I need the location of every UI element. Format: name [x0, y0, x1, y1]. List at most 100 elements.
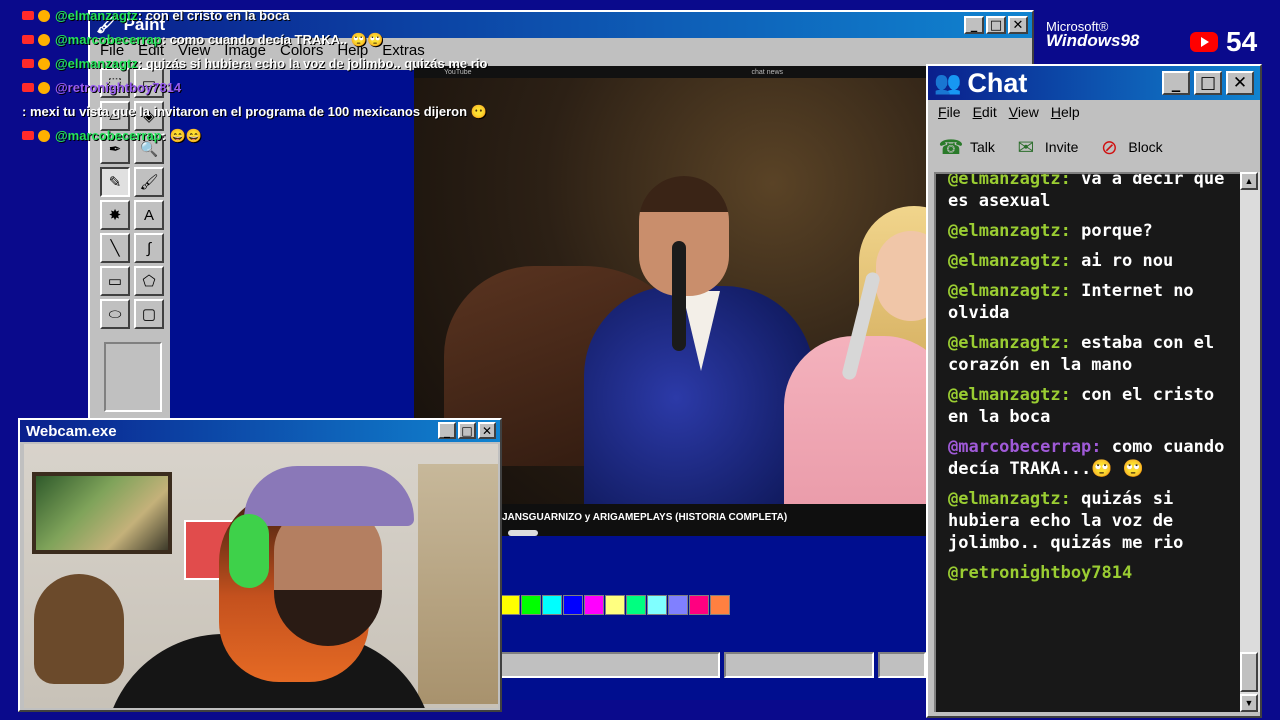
invite-icon: ✉	[1017, 136, 1035, 159]
streamer-cap	[244, 466, 414, 526]
rounded-rect-icon[interactable]: ▢	[134, 299, 164, 329]
line-icon[interactable]: ╲	[100, 233, 130, 263]
chat-toolbar: ☎ Talk ✉ Invite ⊘ Block	[938, 132, 1163, 162]
youtube-badge-icon	[22, 131, 34, 140]
webcam-feed	[24, 444, 498, 708]
scroll-up-icon[interactable]: ▲	[1240, 172, 1258, 190]
pencil-icon[interactable]: ✎	[100, 167, 130, 197]
color-swatch[interactable]	[605, 595, 625, 615]
chat-close-button[interactable]: ✕	[1226, 71, 1254, 95]
chat-message-text: ai ro nou	[1081, 251, 1174, 271]
chat-titlebar[interactable]: 👥 Chat _ □ ✕	[928, 66, 1260, 100]
color-swatch[interactable]	[521, 595, 541, 615]
text-icon[interactable]: A	[134, 200, 164, 230]
color-swatch[interactable]	[542, 595, 562, 615]
webcam-minimize-button[interactable]: _	[438, 422, 456, 439]
webcam-window: Webcam.exe _ □ ✕	[18, 418, 502, 712]
chat-message-text: porque?	[1081, 221, 1153, 241]
overlay-chat-line: @elmanzagtz: quizás si hubiera echo la v…	[22, 52, 542, 76]
chat-minimize-button[interactable]: _	[1162, 71, 1190, 95]
chat-message: @elmanzagtz: porque?	[948, 220, 1230, 242]
block-icon: ⊘	[1100, 136, 1118, 159]
color-swatch[interactable]	[584, 595, 604, 615]
member-badge-icon	[38, 57, 50, 70]
viewer-count: 54	[1226, 26, 1258, 57]
talk-icon: ☎	[938, 136, 964, 159]
webcam-title: Webcam.exe	[26, 422, 117, 440]
curve-icon[interactable]: ∫	[134, 233, 164, 263]
chat-menu-file[interactable]: File	[938, 104, 961, 120]
overlay-chat-user: @elmanzagtz	[55, 56, 138, 71]
color-swatch[interactable]	[626, 595, 646, 615]
airbrush-icon[interactable]: ✸	[100, 200, 130, 230]
color-palette	[500, 595, 730, 615]
windows98-label: Windows98	[1046, 31, 1140, 50]
chat-message-user: @elmanzagtz:	[948, 251, 1071, 271]
chat-message: @elmanzagtz: con el cristo en la boca	[948, 384, 1230, 428]
overlay-chat-user: @marcobecerrap	[55, 128, 162, 143]
overlay-chat-line: @marcobecerrap: como cuando decía TRAKA.…	[22, 28, 542, 52]
ellipse-icon[interactable]: ⬭	[100, 299, 130, 329]
chat-message-user: @elmanzagtz:	[948, 489, 1071, 509]
rectangle-icon[interactable]: ▭	[100, 266, 130, 296]
color-swatch[interactable]	[647, 595, 667, 615]
status-cell-2	[723, 652, 875, 678]
webcam-titlebar[interactable]: Webcam.exe _ □ ✕	[20, 420, 500, 442]
chat-message-user: @retronightboy7814	[948, 563, 1133, 583]
chat-maximize-button[interactable]: □	[1194, 71, 1222, 95]
color-swatch[interactable]	[668, 595, 688, 615]
scroll-thumb[interactable]	[1240, 652, 1258, 692]
youtube-badge-icon	[22, 11, 34, 20]
chat-message-user: @marcobecerrap:	[948, 437, 1102, 457]
overlay-chat-user: @elmanzagtz	[55, 8, 138, 23]
overlay-chat-user: @marcobecerrap	[55, 32, 162, 47]
paint-close-button[interactable]: ✕	[1008, 16, 1028, 34]
color-swatch[interactable]	[710, 595, 730, 615]
chat-menu-edit[interactable]: Edit	[973, 104, 997, 120]
scroll-down-icon[interactable]: ▼	[1240, 694, 1258, 712]
youtube-badge-icon	[22, 83, 34, 92]
badge-icons	[22, 9, 50, 22]
brush-icon[interactable]: 🖌	[134, 167, 164, 197]
overlay-chat-line: @marcobecerrap: 😄😄	[22, 124, 542, 148]
block-label: Block	[1128, 139, 1163, 155]
member-badge-icon	[38, 129, 50, 142]
webcam-close-button[interactable]: ✕	[478, 422, 496, 439]
chat-menu-help[interactable]: Help	[1051, 104, 1080, 120]
overlay-chat-text: : quizás si hubiera echo la voz de jolim…	[137, 56, 488, 71]
chat-message: @retronightboy7814	[948, 562, 1230, 584]
chat-title: Chat	[967, 67, 1028, 98]
paint-statusbar	[500, 652, 927, 678]
talk-label: Talk	[970, 139, 995, 155]
youtube-badge-icon	[22, 59, 34, 68]
video-top-right-label: chat news	[751, 68, 784, 76]
paint-minimize-button[interactable]: _	[964, 16, 984, 34]
chat-message: @marcobecerrap: como cuando decía TRAKA.…	[948, 436, 1230, 480]
color-swatch[interactable]	[689, 595, 709, 615]
color-swatch[interactable]	[500, 595, 520, 615]
block-button[interactable]: ⊘ Block	[1096, 135, 1163, 159]
member-badge-icon	[38, 33, 50, 46]
headphones	[229, 514, 269, 588]
chat-menu-view[interactable]: View	[1009, 104, 1039, 120]
webcam-maximize-button[interactable]: □	[458, 422, 476, 439]
overlay-chat-text: : 😄😄	[161, 128, 202, 143]
chat-scrollbar[interactable]: ▲ ▼	[1240, 172, 1260, 712]
chat-message: @elmanzagtz: va a decir que es asexual	[948, 174, 1230, 212]
overlay-chat: @elmanzagtz: con el cristo en la boca @ma…	[22, 4, 542, 148]
status-cell-3	[878, 652, 927, 678]
talk-button[interactable]: ☎ Talk	[938, 135, 995, 159]
wall-painting	[32, 472, 172, 554]
invite-button[interactable]: ✉ Invite	[1013, 135, 1079, 159]
polygon-icon[interactable]: ⬠	[134, 266, 164, 296]
paint-maximize-button[interactable]: □	[986, 16, 1006, 34]
badge-icons	[22, 33, 50, 46]
tool-options-box[interactable]	[104, 342, 162, 412]
chat-log[interactable]: @elmanzagtz: va a decir que es asexual @e…	[934, 172, 1240, 712]
teddy-bear	[34, 574, 124, 684]
youtube-badge-icon	[22, 35, 34, 44]
chat-message: @elmanzagtz: ai ro nou	[948, 250, 1230, 272]
color-swatch[interactable]	[563, 595, 583, 615]
member-badge-icon	[38, 9, 50, 22]
video-caption-bar: JANSGUARNIZO y ARIGAMEPLAYS (HISTORIA CO…	[500, 504, 926, 536]
